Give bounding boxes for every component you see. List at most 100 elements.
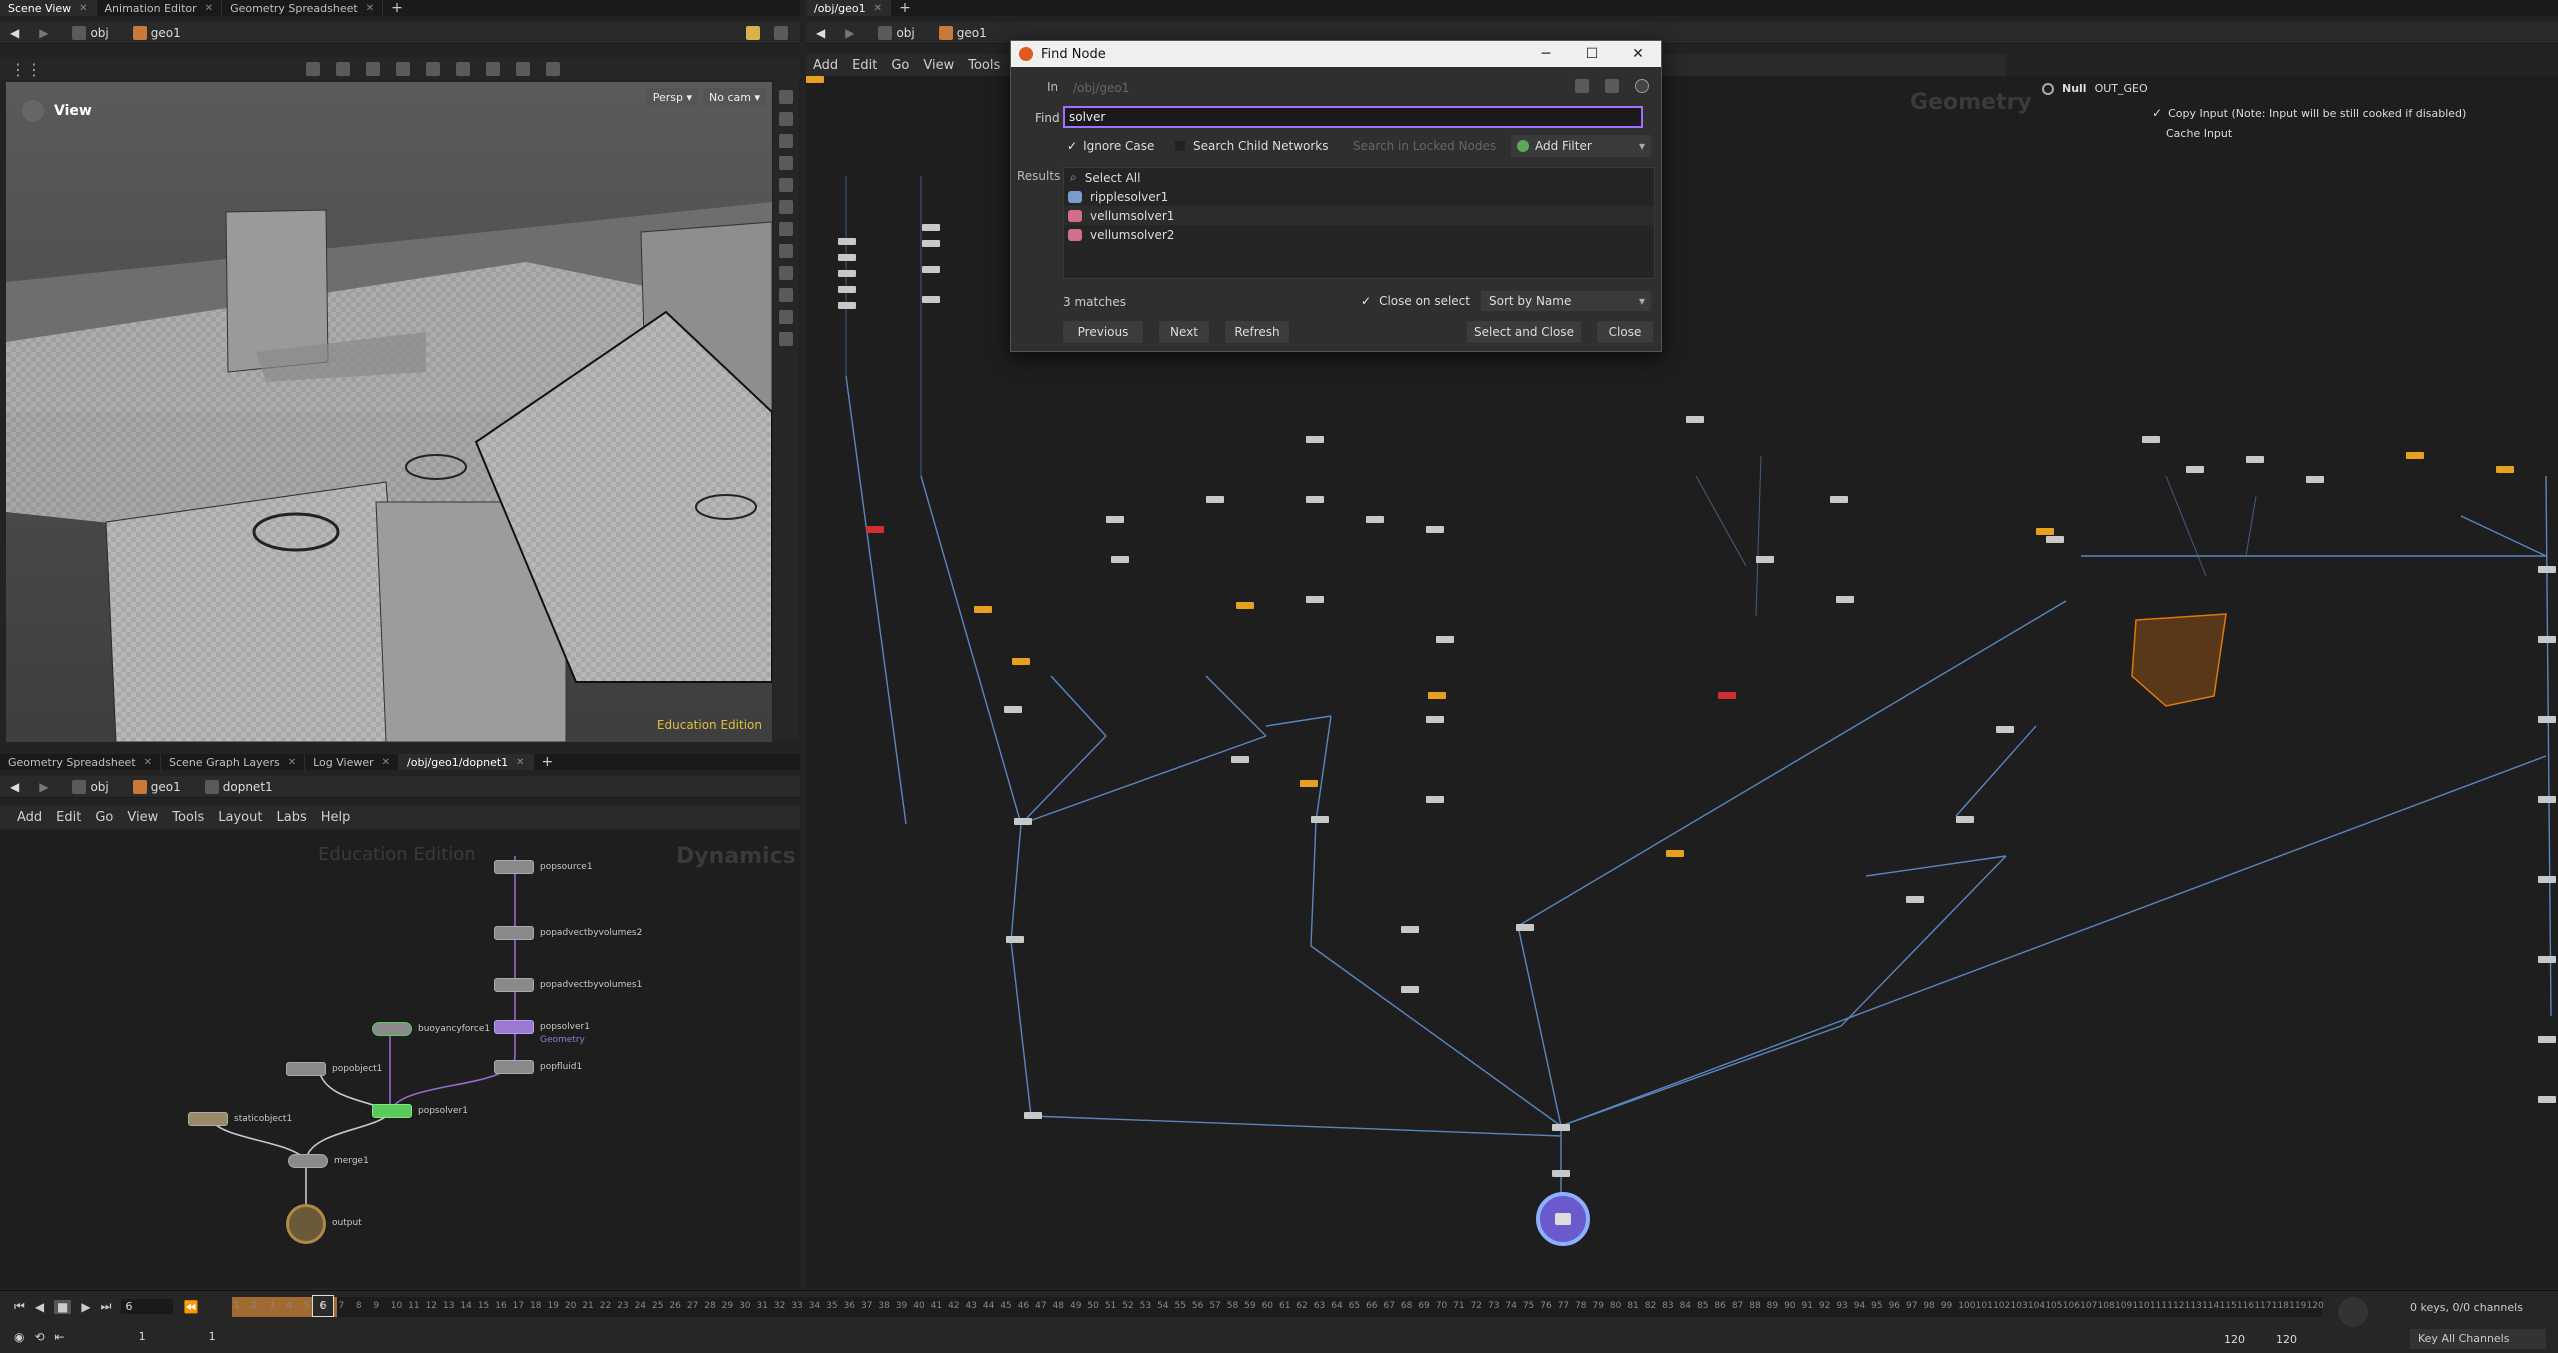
display-icon[interactable] [779,90,793,104]
current-frame-field[interactable]: 6 [121,1299,174,1314]
forward-arrow-icon[interactable]: ▶ [29,776,58,798]
menu-view[interactable]: View [916,58,961,73]
back-arrow-icon[interactable]: ◀ [806,22,835,44]
results-list[interactable]: ⌕ Select All ripplesolver1 vellumsolver1 … [1063,167,1655,279]
sop-node[interactable] [1024,1112,1042,1119]
tab-obj-geo1[interactable]: /obj/geo1 ✕ [806,0,892,16]
close-icon[interactable]: ✕ [1615,46,1661,62]
go-to-end-icon[interactable]: ⏭ [101,1299,112,1314]
sop-node[interactable] [1366,516,1384,523]
forward-arrow-icon[interactable]: ▶ [29,22,58,44]
sop-node[interactable] [1311,816,1329,823]
range-end-field[interactable]: 120 [2224,1333,2245,1346]
close-icon[interactable]: ✕ [79,3,87,14]
sop-node[interactable] [1206,496,1224,503]
forward-arrow-icon[interactable]: ▶ [835,22,864,44]
shading-icon[interactable] [779,134,793,148]
close-icon[interactable]: ✕ [288,757,296,768]
camera-dropdown[interactable]: No cam ▾ [703,88,766,107]
sop-node-bypass[interactable] [2036,528,2054,535]
path-obj[interactable]: obj [864,22,924,44]
sop-node[interactable] [1956,816,1974,823]
select-and-close-button[interactable]: Select and Close [1467,321,1581,343]
wireframe-icon[interactable] [779,178,793,192]
tab-animation-editor[interactable]: Animation Editor ✕ [97,0,223,16]
sop-node[interactable] [1306,436,1324,443]
rotate-icon[interactable] [366,62,380,76]
path-obj[interactable]: obj [58,22,118,44]
add-tab-icon[interactable]: + [383,0,411,16]
sop-node[interactable] [838,270,856,277]
camera-icon[interactable] [516,62,530,76]
sop-node[interactable] [2538,876,2556,883]
play-icon[interactable]: ▶ [81,1300,90,1314]
dop-node-popadvectbyvolumes1[interactable] [494,978,534,992]
checkbox-search-child[interactable] [1175,141,1185,151]
sop-node[interactable] [2538,796,2556,803]
tab-log-viewer[interactable]: Log Viewer ✕ [305,754,400,770]
sop-node[interactable] [1516,924,1534,931]
scene-viewport[interactable]: View Persp ▾ No cam ▾ Education Edition [6,82,772,742]
result-item[interactable]: vellumsolver2 [1064,225,1654,244]
close-icon[interactable]: ✕ [366,3,374,14]
start-frame-field[interactable]: 1 [135,1329,195,1344]
menu-labs[interactable]: Labs [269,810,313,825]
time-slider[interactable]: 6 1 2 3 4 5 6 7 8 9 10 11 12 13 14 15 16 17 18 19 20 21 22 23 2… [232,1295,2324,1317]
refresh-button[interactable]: Refresh [1225,321,1289,343]
dop-node-popsource1[interactable] [494,860,534,874]
close-icon[interactable]: ✕ [144,757,152,768]
menu-tools[interactable]: Tools [961,58,1007,73]
dop-network-editor[interactable]: Education Edition Dynamics popsource1 po… [0,830,800,1288]
checkbox-close-on-select[interactable]: ✓ [1361,294,1371,308]
dop-node-buoyancyforce1[interactable] [372,1022,412,1036]
dop-node-popobject1[interactable] [286,1062,326,1076]
close-button[interactable]: Close [1597,321,1653,343]
sop-node[interactable] [2142,436,2160,443]
sop-node[interactable] [1231,756,1249,763]
sop-node[interactable] [922,224,940,231]
sop-node[interactable] [2186,466,2204,473]
sop-node[interactable] [1426,716,1444,723]
sop-node-bypass[interactable] [2496,466,2514,473]
magnet-icon[interactable] [486,62,500,76]
end-frame-field[interactable]: 1 [205,1329,265,1344]
path-obj[interactable]: obj [58,776,118,798]
node-chooser-icon[interactable] [1575,79,1589,93]
sop-node[interactable] [838,238,856,245]
sop-node[interactable] [1426,796,1444,803]
back-arrow-icon[interactable]: ◀ [0,22,29,44]
sop-node[interactable] [1004,706,1022,713]
merge-node[interactable] [1552,1124,1570,1131]
sop-node[interactable] [1106,516,1124,523]
sop-node[interactable] [1401,926,1419,933]
persp-dropdown[interactable]: Persp ▾ [646,88,698,107]
sop-node[interactable] [1014,818,1032,825]
sop-node-bypass[interactable] [1012,658,1030,665]
sop-node[interactable] [1756,556,1774,563]
find-input[interactable]: solver [1063,106,1643,128]
sop-node[interactable] [1111,556,1129,563]
sop-node[interactable] [922,266,940,273]
close-icon[interactable]: ✕ [205,3,213,14]
sop-node-bypass[interactable] [1236,602,1254,609]
sop-node[interactable] [2538,956,2556,963]
next-button[interactable]: Next [1159,321,1209,343]
dop-node-popsolver1-geo[interactable] [494,1020,534,1034]
sop-node-bypass[interactable] [974,606,992,613]
menu-view[interactable]: View [120,810,165,825]
sop-node[interactable] [2538,1036,2556,1043]
sop-node-bypass[interactable] [1428,692,1446,699]
dop-node-staticobject1[interactable] [188,1112,228,1126]
tab-scene-graph-layers[interactable]: Scene Graph Layers ✕ [161,754,306,770]
path-geo1[interactable]: geo1 [119,22,191,44]
sop-node[interactable] [838,286,856,293]
maximize-icon[interactable]: ☐ [1569,46,1615,62]
menu-layout[interactable]: Layout [211,810,269,825]
dop-node-output[interactable] [286,1204,326,1244]
tab-scene-view[interactable]: Scene View ✕ [0,0,97,16]
sop-node[interactable] [1436,636,1454,643]
sop-node[interactable] [2306,476,2324,483]
global-end-field[interactable]: 120 [2276,1333,2297,1346]
sop-node[interactable] [2538,566,2556,573]
close-icon[interactable]: ✕ [516,757,524,768]
